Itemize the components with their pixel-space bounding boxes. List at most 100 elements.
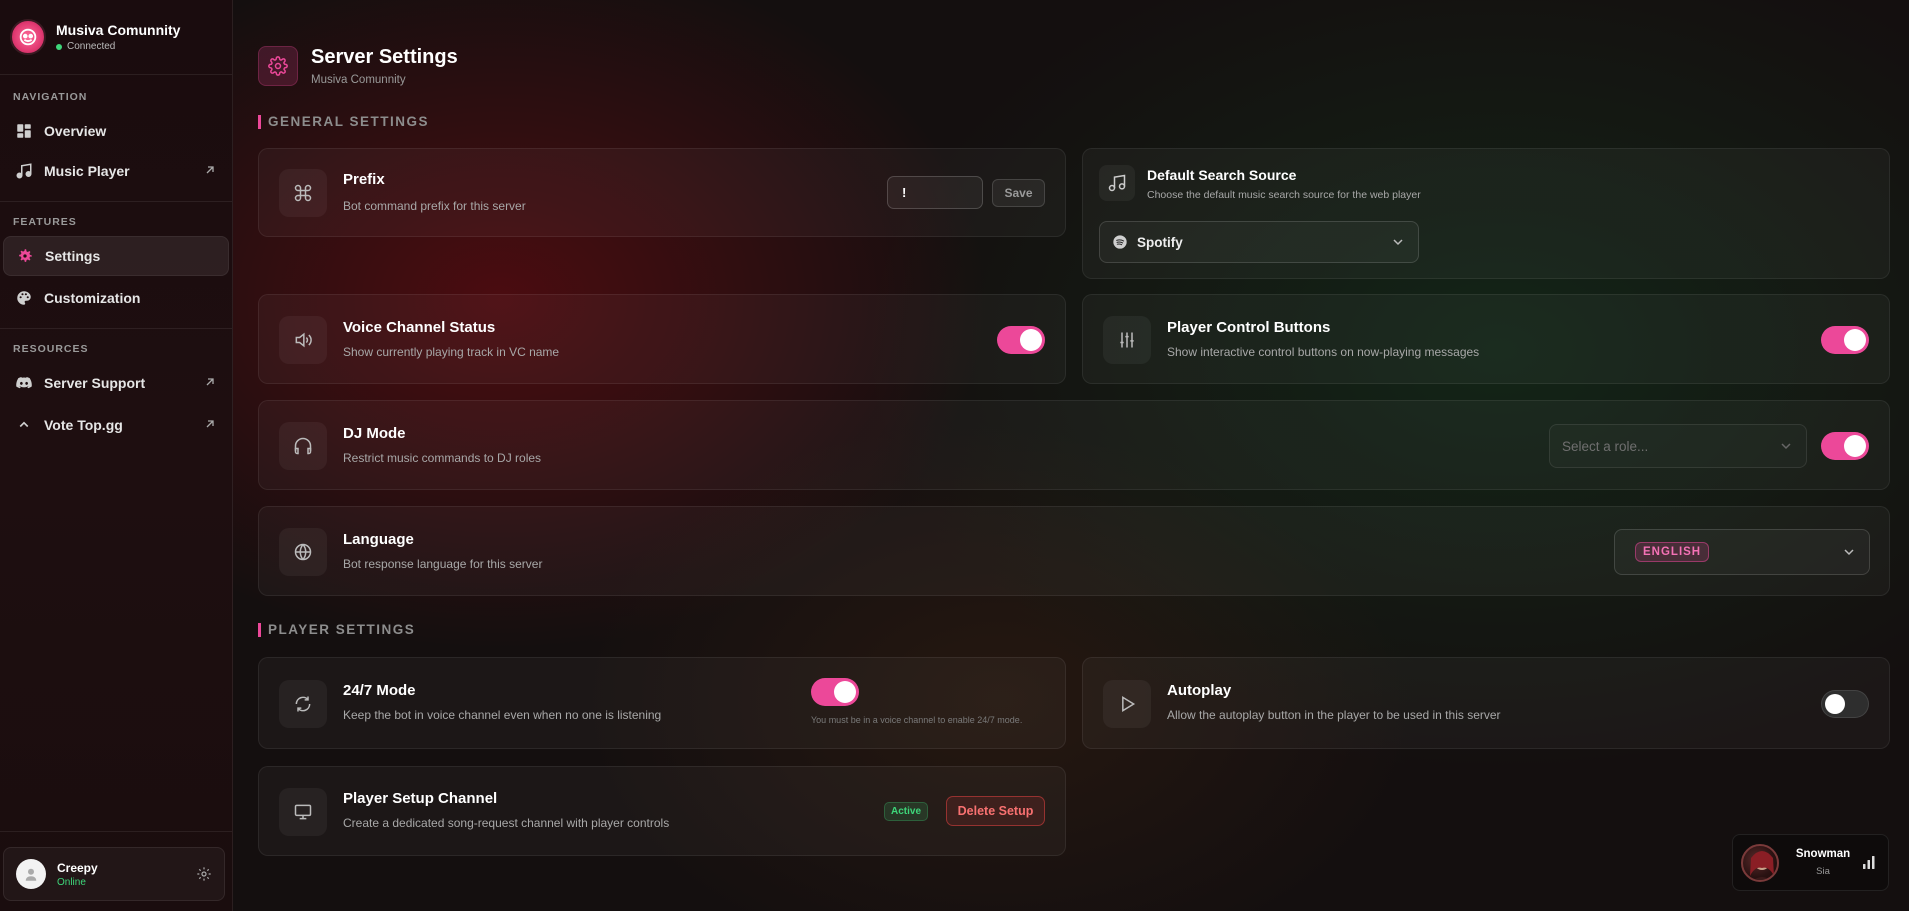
voice-status-desc: Show currently playing track in VC name (343, 345, 560, 359)
server-header[interactable]: Musiva Comunnity Connected (0, 0, 232, 75)
sidebar-divider (0, 328, 232, 329)
discord-icon (14, 373, 34, 393)
dj-mode-toggle[interactable] (1821, 432, 1869, 460)
user-card[interactable]: Creepy Online (3, 847, 225, 901)
chevron-down-icon (1393, 239, 1403, 246)
server-logo (10, 19, 46, 55)
sidebar-item-music-player[interactable]: Music Player (3, 151, 229, 191)
sidebar-item-label: Music Player (44, 163, 130, 179)
sidebar-item-customization[interactable]: Customization (3, 278, 229, 318)
sidebar-divider (0, 201, 232, 202)
prefix-desc: Bot command prefix for this server (343, 199, 526, 213)
search-source-card: Default Search Source Choose the default… (1082, 148, 1890, 279)
prefix-input[interactable]: ! (887, 176, 983, 209)
search-source-title: Default Search Source (1147, 167, 1297, 183)
user-settings-gear-icon[interactable] (196, 866, 212, 882)
control-buttons-title: Player Control Buttons (1167, 319, 1331, 336)
sidebar-item-overview[interactable]: Overview (3, 111, 229, 151)
gear-icon (15, 246, 35, 266)
dj-role-placeholder: Select a role... (1562, 438, 1649, 454)
chevron-up-icon (14, 415, 34, 435)
toggle-knob (1825, 694, 1845, 714)
speaker-icon (279, 316, 327, 364)
server-name: Musiva Comunnity (56, 22, 181, 38)
features-section-label: FEATURES (13, 216, 77, 228)
connection-status-label: Connected (67, 41, 116, 52)
general-settings-heading: GENERAL SETTINGS (258, 115, 429, 129)
status-badge: Active (884, 802, 929, 821)
page-header: Server Settings Musiva Comunnity (258, 46, 458, 86)
autoplay-title: Autoplay (1167, 682, 1232, 699)
setup-channel-title: Player Setup Channel (343, 790, 498, 807)
dj-role-select[interactable]: Select a role... (1549, 424, 1807, 468)
control-buttons-toggle[interactable] (1821, 326, 1869, 354)
autoplay-toggle[interactable] (1821, 690, 1869, 718)
voice-status-toggle[interactable] (997, 326, 1045, 354)
dj-mode-desc: Restrict music commands to DJ roles (343, 451, 542, 465)
sidebar-item-label: Overview (44, 123, 107, 139)
search-source-desc: Choose the default music search source f… (1147, 189, 1421, 201)
prefix-card: Prefix Bot command prefix for this serve… (258, 148, 1066, 237)
sidebar: Musiva Comunnity Connected NAVIGATION Ov… (0, 0, 233, 911)
spotify-icon (1113, 235, 1127, 249)
album-art (1741, 844, 1779, 882)
external-link-icon (206, 378, 214, 386)
now-playing-widget[interactable]: Snowman Sia (1732, 834, 1889, 891)
page-title: Server Settings (311, 46, 458, 68)
autoplay-card: Autoplay Allow the autoplay button in th… (1082, 657, 1890, 749)
control-buttons-card: Player Control Buttons Show interactive … (1082, 294, 1890, 384)
search-source-select[interactable]: Spotify (1099, 221, 1419, 263)
main-content: Server Settings Musiva Comunnity GENERAL… (258, 0, 1891, 911)
sidebar-item-label: Server Support (44, 375, 146, 391)
sidebar-divider (0, 831, 232, 832)
now-playing-artist: Sia (1816, 866, 1830, 877)
external-link-icon (206, 166, 214, 174)
mode247-card: 24/7 Mode Keep the bot in voice channel … (258, 657, 1066, 749)
music-note-icon (1099, 165, 1135, 201)
save-button[interactable]: Save (992, 179, 1045, 207)
mode247-title: 24/7 Mode (343, 682, 416, 699)
prefix-title: Prefix (343, 171, 385, 188)
signal-bars-icon (1863, 856, 1875, 869)
monitor-icon (279, 788, 327, 836)
play-icon (1103, 680, 1151, 728)
voice-status-card: Voice Channel Status Show currently play… (258, 294, 1066, 384)
sliders-icon (1103, 316, 1151, 364)
toggle-knob (1020, 329, 1042, 351)
mode247-note: You must be in a voice channel to enable… (811, 715, 1023, 725)
now-playing-title: Snowman (1795, 848, 1851, 860)
search-source-value: Spotify (1137, 234, 1183, 250)
language-desc: Bot response language for this server (343, 557, 543, 571)
language-select[interactable]: ENGLISH (1614, 529, 1870, 575)
music-note-icon (14, 161, 34, 181)
toggle-knob (1844, 329, 1866, 351)
autoplay-desc: Allow the autoplay button in the player … (1167, 708, 1501, 722)
language-value: ENGLISH (1635, 542, 1710, 562)
sidebar-item-vote[interactable]: Vote Top.gg (3, 405, 229, 445)
dj-mode-card: DJ Mode Restrict music commands to DJ ro… (258, 400, 1890, 490)
external-link-icon (206, 420, 214, 428)
globe-icon (279, 528, 327, 576)
sidebar-item-label: Vote Top.gg (44, 417, 123, 433)
delete-setup-button[interactable]: Delete Setup (946, 796, 1045, 826)
palette-icon (14, 288, 34, 308)
connection-status: Connected (56, 41, 180, 52)
mode247-toggle[interactable] (811, 678, 859, 706)
resources-section-label: RESOURCES (13, 343, 89, 355)
command-icon (279, 169, 327, 217)
sidebar-item-server-support[interactable]: Server Support (3, 363, 229, 403)
settings-gear-icon (258, 46, 298, 86)
sidebar-item-settings[interactable]: Settings (3, 236, 229, 276)
user-name: Creepy (57, 860, 98, 875)
dashboard-icon (14, 121, 34, 141)
chevron-down-icon (1844, 549, 1854, 556)
setup-channel-desc: Create a dedicated song-request channel … (343, 816, 670, 830)
control-buttons-desc: Show interactive control buttons on now-… (1167, 345, 1480, 359)
chevron-down-icon (1781, 443, 1791, 450)
page-subtitle: Musiva Comunnity (311, 74, 406, 86)
dj-mode-title: DJ Mode (343, 425, 406, 442)
headphones-icon (279, 422, 327, 470)
toggle-knob (1844, 435, 1866, 457)
language-title: Language (343, 531, 414, 548)
voice-status-title: Voice Channel Status (343, 319, 496, 336)
